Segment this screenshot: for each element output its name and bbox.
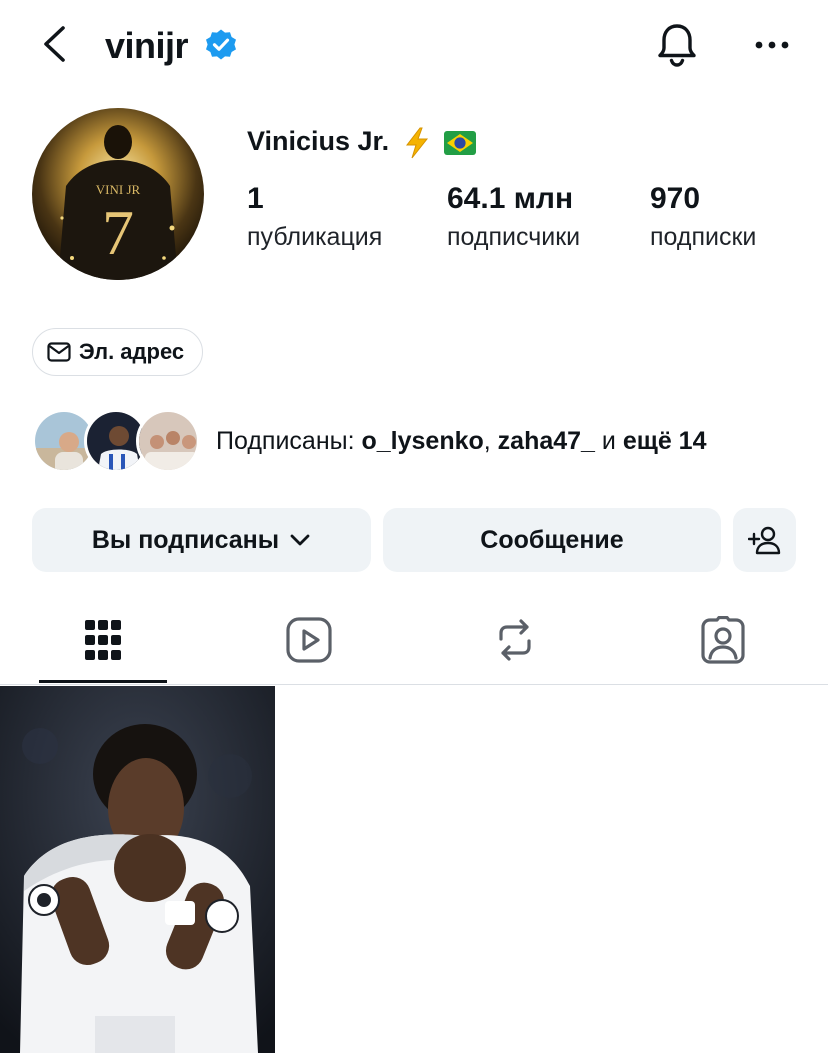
posts-count-value: 1 — [247, 182, 264, 215]
avatar-jersey-text: VINI JR — [96, 182, 141, 197]
mutual-user-link[interactable]: zaha47_ — [498, 427, 595, 455]
following-button-label: Вы подписаны — [91, 525, 280, 554]
lightning-icon — [405, 127, 428, 159]
following-count-label: подписки — [650, 223, 757, 251]
chevron-down-icon — [290, 534, 310, 546]
message-button-label: Сообщение — [480, 525, 624, 554]
profile-avatar[interactable]: VINI JR 7 — [32, 108, 204, 280]
tab-reels[interactable] — [245, 596, 373, 684]
repost-icon — [499, 619, 531, 661]
following-count[interactable]: 970 подписки — [650, 180, 756, 254]
reels-icon — [286, 617, 332, 663]
post-thumbnail[interactable] — [0, 686, 275, 1053]
brazil-flag-icon — [444, 130, 477, 155]
followers-count[interactable]: 64.1 млн подписчики — [447, 180, 580, 254]
profile-full-name: Vinicius Jr. — [247, 124, 477, 159]
tagged-person-icon — [701, 616, 745, 664]
avatar-jersey-number: 7 — [102, 197, 134, 268]
followers-count-label: подписчики — [447, 223, 581, 251]
bell-icon — [658, 24, 696, 67]
back-arrow-icon — [44, 26, 65, 62]
followed-by-text: Подписаны: o_lysenko, zaha47_ и ещё 14 — [216, 427, 707, 455]
tab-tagged[interactable] — [659, 596, 787, 684]
more-options-button[interactable] — [746, 26, 798, 66]
message-button[interactable]: Сообщение — [383, 508, 721, 572]
grid-icon — [85, 620, 121, 660]
profile-username: vinijr — [105, 25, 189, 66]
mutual-follower-avatar — [136, 409, 200, 473]
followers-count-value: 64.1 млн — [447, 182, 574, 215]
followed-by-row[interactable]: Подписаны: o_lysenko, zaha47_ и ещё 14 — [32, 408, 706, 474]
following-button[interactable]: Вы подписаны — [32, 508, 371, 572]
mail-icon — [47, 342, 71, 362]
tab-reposts[interactable] — [451, 596, 579, 684]
following-count-value: 970 — [650, 182, 701, 215]
email-button[interactable]: Эл. адрес — [32, 328, 204, 376]
full-name-text: Vinicius Jr. — [247, 126, 390, 156]
posts-count-label: публикация — [247, 223, 383, 251]
email-button-label: Эл. адрес — [79, 339, 185, 364]
add-person-icon — [747, 526, 780, 555]
posts-count[interactable]: 1 публикация — [247, 180, 382, 254]
notifications-button[interactable] — [650, 18, 704, 72]
tabs-divider — [0, 684, 828, 685]
more-horizontal-icon — [755, 41, 789, 49]
tab-grid[interactable] — [39, 596, 167, 684]
back-button[interactable] — [34, 22, 78, 66]
verified-badge-icon — [206, 29, 236, 60]
top-bar: vinijr — [0, 0, 828, 92]
suggest-people-button[interactable] — [733, 508, 796, 572]
active-tab-indicator — [39, 680, 167, 683]
mutual-user-link[interactable]: o_lysenko — [361, 427, 483, 455]
